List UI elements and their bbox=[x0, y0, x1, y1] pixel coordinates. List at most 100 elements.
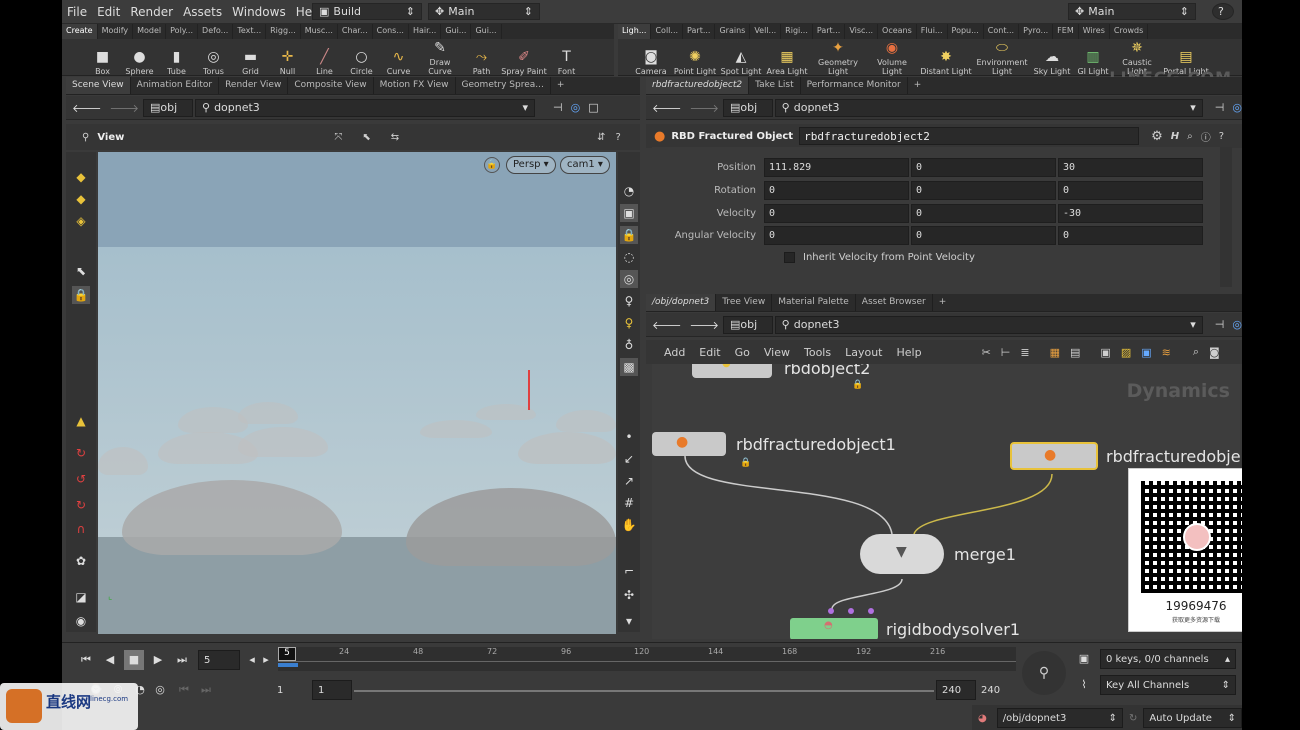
tool-tube[interactable]: ▮ Tube bbox=[158, 47, 195, 76]
search-icon[interactable]: ⌕ bbox=[1187, 131, 1193, 142]
tab-param[interactable]: rbdfracturedobject2 bbox=[646, 77, 750, 94]
brush-icon[interactable]: ✿ bbox=[72, 552, 90, 570]
net-menu-go[interactable]: Go bbox=[735, 346, 750, 359]
node-rigidbodysolver1[interactable]: ◓ rigidbodysolver1 bbox=[790, 618, 1020, 639]
shelf-tab[interactable]: Grains bbox=[715, 24, 751, 39]
end-frame-field[interactable]: 240 bbox=[936, 680, 976, 700]
shelf-tab[interactable]: Rigg... bbox=[266, 24, 301, 39]
forward-arrow-icon[interactable]: 🡒 bbox=[690, 101, 720, 115]
add-tab-icon[interactable]: + bbox=[551, 77, 571, 94]
tool-null[interactable]: ✛ Null bbox=[269, 47, 306, 76]
lock-icon[interactable]: 🔒 bbox=[72, 286, 90, 304]
playhead-marker[interactable]: 5 bbox=[278, 647, 296, 661]
select-icon[interactable]: ⬉ bbox=[72, 262, 90, 280]
position-y-field[interactable]: 0 bbox=[911, 157, 1056, 177]
shelf-tab[interactable]: Rigi... bbox=[781, 24, 813, 39]
path-dopnet[interactable]: ⚲ dopnet3 ▾ bbox=[195, 98, 535, 117]
velocity-y-field[interactable]: 0 bbox=[911, 203, 1056, 223]
tool-line[interactable]: ╱ Line bbox=[306, 47, 343, 76]
shelf-tab[interactable]: Part... bbox=[813, 24, 846, 39]
lock-camera-icon[interactable]: 🔒 bbox=[484, 157, 500, 173]
tool-volume-light[interactable]: ◉ Volume Light bbox=[866, 38, 918, 76]
tab-animation-editor[interactable]: Animation Editor bbox=[131, 77, 220, 94]
shelf-tab-create[interactable]: Create bbox=[62, 24, 98, 39]
help-icon[interactable]: ? bbox=[1219, 131, 1224, 142]
scale-tool-icon[interactable]: ↺ bbox=[72, 470, 90, 488]
shelf-tab[interactable]: Model bbox=[133, 24, 167, 39]
info-icon[interactable]: ⓘ bbox=[1201, 129, 1211, 144]
range-start-icon[interactable]: ⏮ bbox=[174, 680, 194, 700]
swap-icon[interactable]: ⇆ bbox=[391, 132, 399, 143]
shelf-tab[interactable]: Pyro... bbox=[1019, 24, 1054, 39]
net-menu-edit[interactable]: Edit bbox=[699, 346, 720, 359]
range-end-icon[interactable]: ⏭ bbox=[196, 680, 216, 700]
path-dopnet[interactable]: ⚲ dopnet3 ▾ bbox=[774, 315, 1203, 334]
net-menu-add[interactable]: Add bbox=[664, 346, 685, 359]
tool-box[interactable]: ■ Box bbox=[84, 47, 121, 76]
tool-curve[interactable]: ∿ Curve bbox=[380, 47, 417, 76]
persp-menu[interactable]: Persp ▾ bbox=[506, 156, 556, 174]
snap-grid-icon[interactable]: ✣ bbox=[620, 586, 638, 604]
link-icon[interactable]: ◎ bbox=[571, 101, 581, 114]
shelf-tab[interactable]: Gui... bbox=[441, 24, 472, 39]
tab-motion-fx-view[interactable]: Motion FX View bbox=[374, 77, 456, 94]
forward-arrow-icon[interactable]: 🡒 bbox=[110, 101, 140, 115]
chevron-down-icon[interactable]: ▾ bbox=[620, 612, 638, 630]
start-frame-field[interactable]: 1 bbox=[272, 680, 308, 700]
back-arrow-icon[interactable]: 🡐 bbox=[652, 101, 682, 115]
shelf-tab[interactable]: Gui... bbox=[471, 24, 502, 39]
add-tab-icon[interactable]: + bbox=[933, 294, 953, 311]
help-button[interactable]: ? bbox=[1212, 3, 1234, 20]
start-frame-field-2[interactable]: 1 bbox=[312, 680, 352, 700]
pose-icon[interactable]: ◈ bbox=[72, 212, 90, 230]
net-menu-help[interactable]: Help bbox=[897, 346, 922, 359]
camera-lock-icon[interactable]: ▣ bbox=[620, 204, 638, 222]
timeline-track[interactable]: 24 48 72 96 120 144 168 192 216 5 bbox=[278, 647, 1016, 671]
houdini-help-icon[interactable]: H bbox=[1171, 131, 1179, 142]
tool-geometry-light[interactable]: ✦ Geometry Light bbox=[810, 38, 866, 76]
path-obj[interactable]: ▤ obj bbox=[143, 98, 193, 117]
main-desktop-select[interactable]: ✥ Main ⇕ bbox=[428, 3, 540, 20]
channel-list-icon[interactable]: ▣ bbox=[1074, 649, 1094, 669]
rotation-z-field[interactable]: 0 bbox=[1058, 180, 1203, 200]
grid-view-icon[interactable]: ▦ bbox=[1050, 346, 1060, 359]
render-icon[interactable]: ▩ bbox=[620, 358, 638, 376]
tab-take-list[interactable]: Take List bbox=[749, 77, 801, 94]
menu-windows[interactable]: Windows bbox=[227, 5, 291, 19]
menu-render[interactable]: Render bbox=[125, 5, 178, 19]
key-curve-icon[interactable]: ⌇ bbox=[1074, 675, 1094, 695]
3d-viewport[interactable]: ⌞ 🔒 Persp ▾ cam1 ▾ bbox=[98, 152, 616, 634]
shelf-tab[interactable]: Coll... bbox=[651, 24, 684, 39]
menu-assets[interactable]: Assets bbox=[178, 5, 227, 19]
handle-icon[interactable]: ◆ bbox=[72, 168, 90, 186]
back-arrow-icon[interactable]: 🡐 bbox=[72, 101, 102, 115]
range-slider[interactable] bbox=[354, 690, 934, 692]
jump-start-button[interactable]: ⏮ bbox=[76, 650, 96, 670]
shelf-tab[interactable]: Crowds bbox=[1110, 24, 1149, 39]
hand-icon[interactable]: ✋ bbox=[620, 516, 638, 534]
link-icon[interactable]: ◎ bbox=[1232, 101, 1242, 114]
forward-arrow-icon[interactable]: 🡒 bbox=[690, 318, 720, 332]
back-arrow-icon[interactable]: 🡐 bbox=[652, 318, 682, 332]
tool-grid[interactable]: ▬ Grid bbox=[232, 47, 269, 76]
add-tab-icon[interactable]: + bbox=[908, 77, 928, 94]
list-icon[interactable]: ≣ bbox=[1020, 346, 1029, 359]
image-icon[interactable]: ▣ bbox=[1100, 346, 1110, 359]
shelf-tab[interactable]: Poly... bbox=[166, 24, 199, 39]
zoom-icon[interactable]: ◎ bbox=[620, 270, 638, 288]
shading-icon[interactable]: ♀ bbox=[620, 314, 638, 332]
shelf-tab[interactable]: Vell... bbox=[750, 24, 782, 39]
corner-icon[interactable]: ⌐ bbox=[620, 562, 638, 580]
input-port[interactable] bbox=[848, 608, 854, 614]
tool-draw-curve[interactable]: ✎ Draw Curve bbox=[417, 38, 463, 76]
shelf-tab-lights[interactable]: Ligh... bbox=[618, 24, 652, 39]
velocity-z-field[interactable]: -30 bbox=[1058, 203, 1203, 223]
inherit-velocity-checkbox[interactable] bbox=[784, 251, 795, 263]
node-name-field[interactable]: rbdfracturedobject2 bbox=[799, 127, 1140, 145]
menu-file[interactable]: File bbox=[62, 5, 92, 19]
net-menu-layout[interactable]: Layout bbox=[845, 346, 882, 359]
path-dopnet[interactable]: ⚲ dopnet3 ▾ bbox=[774, 98, 1203, 117]
shelf-tab[interactable]: Hair... bbox=[409, 24, 442, 39]
shelf-tab[interactable]: Visc... bbox=[845, 24, 879, 39]
tool-circle[interactable]: ○ Circle bbox=[343, 47, 380, 76]
